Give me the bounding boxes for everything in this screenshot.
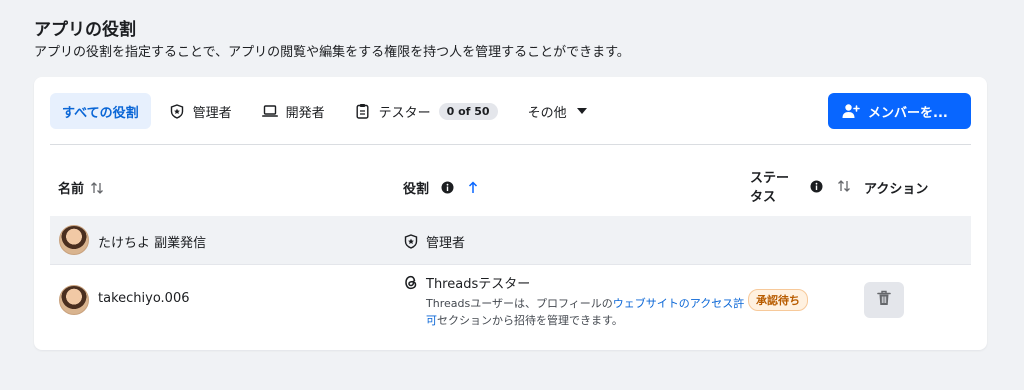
header-status-line1: ステー bbox=[750, 171, 790, 186]
role-description: Threadsユーザーは、プロフィールのウェブサイトのアクセス許可セクションから… bbox=[426, 295, 746, 329]
tab-admin[interactable]: 管理者 bbox=[157, 93, 244, 129]
shield-star-icon bbox=[404, 234, 418, 249]
header-action: アクション bbox=[864, 178, 928, 197]
member-role-label: 管理者 bbox=[426, 236, 466, 251]
caret-down-icon bbox=[576, 108, 587, 114]
laptop-icon bbox=[261, 103, 278, 119]
avatar bbox=[59, 285, 89, 315]
member-name: takechiyo.006 bbox=[98, 291, 190, 306]
status-badge: 承認待ち bbox=[748, 289, 808, 311]
roles-card: すべての役割 管理者 開発者 テスター 0 of 50 その他 メンバーを...… bbox=[34, 77, 987, 350]
role-description-text: Threadsユーザーは、プロフィールの bbox=[426, 297, 613, 310]
tab-label: 管理者 bbox=[192, 105, 232, 121]
header-status-line2: タス bbox=[750, 190, 777, 205]
add-member-button[interactable]: メンバーを... bbox=[828, 93, 971, 129]
shield-star-icon bbox=[169, 103, 185, 119]
add-person-icon bbox=[842, 103, 860, 119]
threads-icon bbox=[404, 275, 418, 290]
info-icon[interactable] bbox=[441, 181, 454, 194]
tab-label: すべての役割 bbox=[62, 105, 139, 121]
sort-icon[interactable] bbox=[90, 181, 104, 194]
member-role-label: Threadsテスター bbox=[426, 277, 531, 292]
header-role-label: 役割 bbox=[403, 182, 430, 197]
tab-label: その他 bbox=[527, 105, 567, 121]
info-icon[interactable] bbox=[810, 180, 823, 193]
header-role[interactable]: 役割 bbox=[403, 178, 478, 197]
tab-tester[interactable]: テスター 0 of 50 bbox=[343, 93, 510, 129]
header-status[interactable]: ステー タス bbox=[750, 169, 789, 207]
tester-count-badge: 0 of 50 bbox=[438, 102, 498, 120]
table-row[interactable]: たけちよ 副業発信 管理者 bbox=[50, 216, 971, 265]
add-member-label: メンバーを... bbox=[868, 105, 948, 121]
sort-icon[interactable] bbox=[837, 180, 851, 192]
member-name: たけちよ 副業発信 bbox=[98, 236, 207, 251]
table-row[interactable]: takechiyo.006 Threadsテスター Threadsユーザーは、プ… bbox=[50, 265, 971, 335]
tab-developer[interactable]: 開発者 bbox=[250, 93, 337, 129]
page-subtitle: アプリの役割を指定することで、アプリの閲覧や編集をする権限を持つ人を管理すること… bbox=[34, 45, 630, 60]
member-role: 管理者 bbox=[404, 232, 465, 251]
clipboard-icon bbox=[355, 103, 371, 119]
header-name-label: 名前 bbox=[58, 182, 85, 197]
sort-ascending-icon[interactable] bbox=[468, 181, 478, 194]
trash-icon bbox=[877, 290, 891, 310]
divider bbox=[50, 144, 971, 145]
header-name[interactable]: 名前 bbox=[58, 178, 104, 197]
delete-button[interactable] bbox=[864, 282, 904, 318]
tab-label: 開発者 bbox=[285, 105, 325, 121]
tab-all-roles[interactable]: すべての役割 bbox=[50, 93, 151, 129]
header-action-label: アクション bbox=[864, 182, 929, 197]
tab-other-dropdown[interactable]: その他 bbox=[516, 93, 599, 129]
role-description-text: セクションから招待を管理できます。 bbox=[437, 314, 623, 327]
avatar bbox=[59, 225, 89, 255]
tab-label: テスター bbox=[378, 105, 431, 121]
member-role: Threadsテスター bbox=[404, 273, 530, 292]
role-tabs: すべての役割 管理者 開発者 テスター 0 of 50 その他 bbox=[50, 93, 605, 129]
page-title: アプリの役割 bbox=[34, 20, 136, 40]
